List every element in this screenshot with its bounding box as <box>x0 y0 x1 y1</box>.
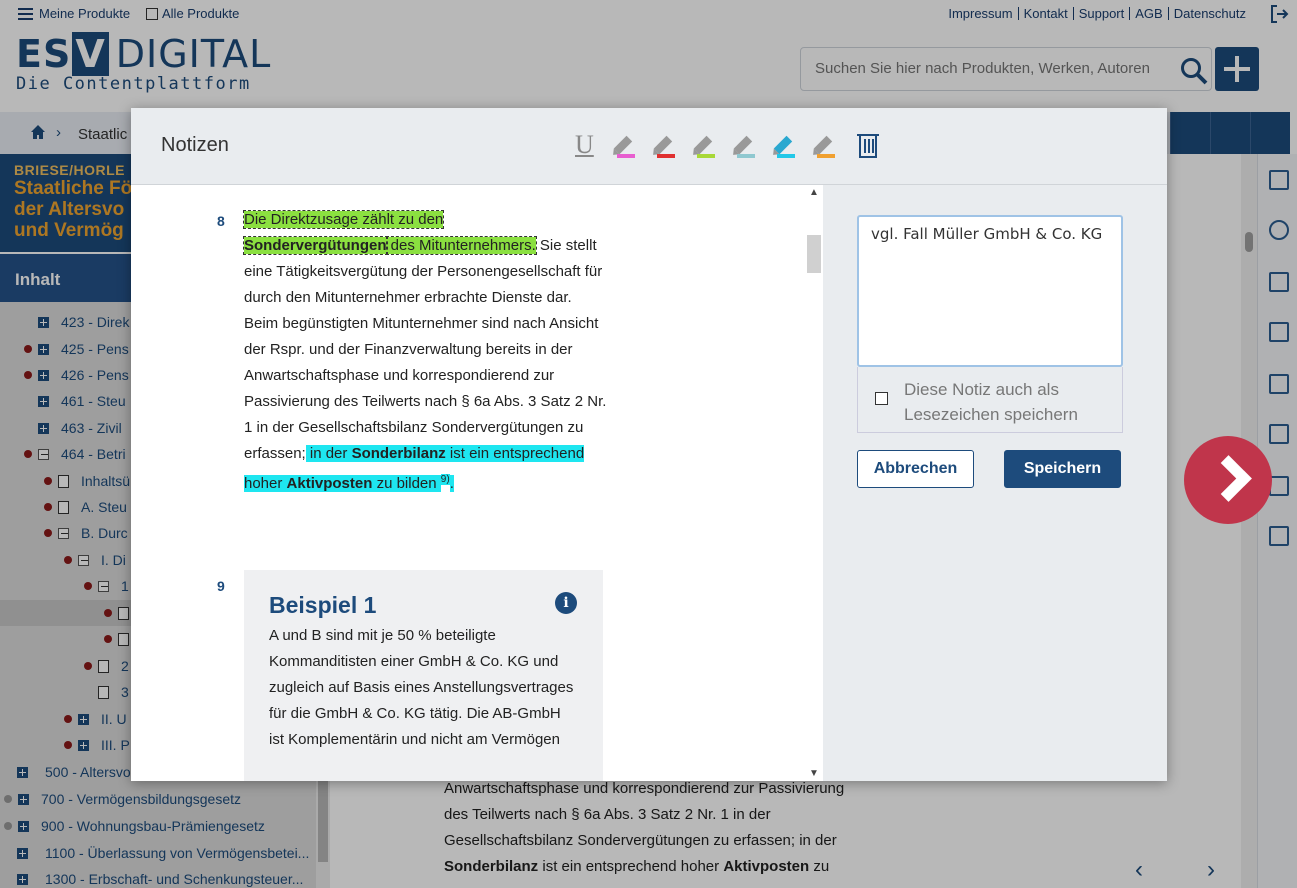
paragraph-number: 8 <box>217 213 225 229</box>
highlight-cyan: . <box>449 475 454 492</box>
dialog-header: Notizen U <box>131 108 1167 185</box>
underline-tool[interactable]: U <box>575 132 601 160</box>
dialog-title: Notizen <box>161 134 229 156</box>
scroll-down-icon[interactable]: ▼ <box>809 768 819 779</box>
save-button[interactable]: Speichern <box>1004 450 1121 488</box>
example-box: Beispiel 1 i A und B sind mit je 50 % be… <box>244 570 603 781</box>
highlight-cyan-bold[interactable]: Aktivposten <box>286 475 373 492</box>
highlighter-icon <box>653 135 673 155</box>
note-textarea[interactable]: vgl. Fall Müller GmbH & Co. KG <box>857 215 1123 367</box>
highlighter-red[interactable] <box>653 132 681 160</box>
highlighter-icon <box>693 135 713 155</box>
highlighter-orange[interactable] <box>813 132 841 160</box>
highlight-green[interactable]: des Mitunternehmers. <box>385 236 537 255</box>
paragraph-8[interactable]: Die Direktzusage zählt zu den Sondervergü… <box>242 207 609 497</box>
trash-icon <box>857 134 879 158</box>
highlight-cyan[interactable]: zu bilden <box>372 475 441 492</box>
color-swatch <box>617 154 635 158</box>
highlighter-icon <box>613 135 633 155</box>
info-icon[interactable]: i <box>555 592 577 614</box>
highlighter-icon <box>813 135 833 155</box>
notes-dialog: Notizen U 8 Die Direktzusage zählt zu de… <box>131 108 1167 781</box>
underline-icon: U <box>575 130 594 159</box>
footnote-link[interactable]: 9) <box>440 474 450 485</box>
paragraph-text: Sie stellt eine Tätigkeitsvergütung der … <box>244 237 607 462</box>
highlight-cyan-bold[interactable]: Sonderbilanz <box>351 445 446 462</box>
color-swatch <box>737 154 755 158</box>
bookmark-option[interactable]: Diese Notiz auch als Lesezeichen speiche… <box>857 367 1123 433</box>
paragraph-number: 9 <box>217 578 225 594</box>
highlighter-green[interactable] <box>693 132 721 160</box>
scroll-up-icon[interactable]: ▲ <box>809 187 819 198</box>
highlight-cyan[interactable]: in der <box>305 445 352 462</box>
highlighter-icon <box>733 135 753 155</box>
example-heading: Beispiel 1 <box>269 592 377 618</box>
highlighter-cyan[interactable] <box>773 132 801 160</box>
cancel-button[interactable]: Abbrechen <box>857 450 974 488</box>
bookmark-option-label: Diese Notiz auch als Lesezeichen speiche… <box>904 380 1078 424</box>
highlight-green-bold[interactable]: Sondervergütungen <box>243 236 388 255</box>
delete-tool[interactable] <box>855 132 881 160</box>
highlight-toolbar: U <box>575 132 881 160</box>
highlighter-pink[interactable] <box>613 132 641 160</box>
example-text: A und B sind mit je 50 % beteiligte Komm… <box>269 627 574 748</box>
color-swatch <box>697 154 715 158</box>
document-scroll-thumb[interactable] <box>807 235 821 273</box>
highlighter-teal[interactable] <box>733 132 761 160</box>
document-scrollbar[interactable]: ▲ ▼ <box>805 185 823 781</box>
color-swatch <box>817 154 835 158</box>
next-arrow-button[interactable] <box>1184 436 1272 524</box>
document-pane: 8 Die Direktzusage zählt zu den Sonderver… <box>131 185 823 781</box>
color-swatch <box>657 154 675 158</box>
bookmark-checkbox[interactable] <box>875 392 888 405</box>
note-pane: vgl. Fall Müller GmbH & Co. KG Diese Not… <box>823 185 1167 781</box>
highlight-green[interactable]: Die Direktzusage zählt zu den <box>242 210 445 229</box>
color-swatch <box>777 154 795 158</box>
highlighter-icon <box>773 135 793 155</box>
